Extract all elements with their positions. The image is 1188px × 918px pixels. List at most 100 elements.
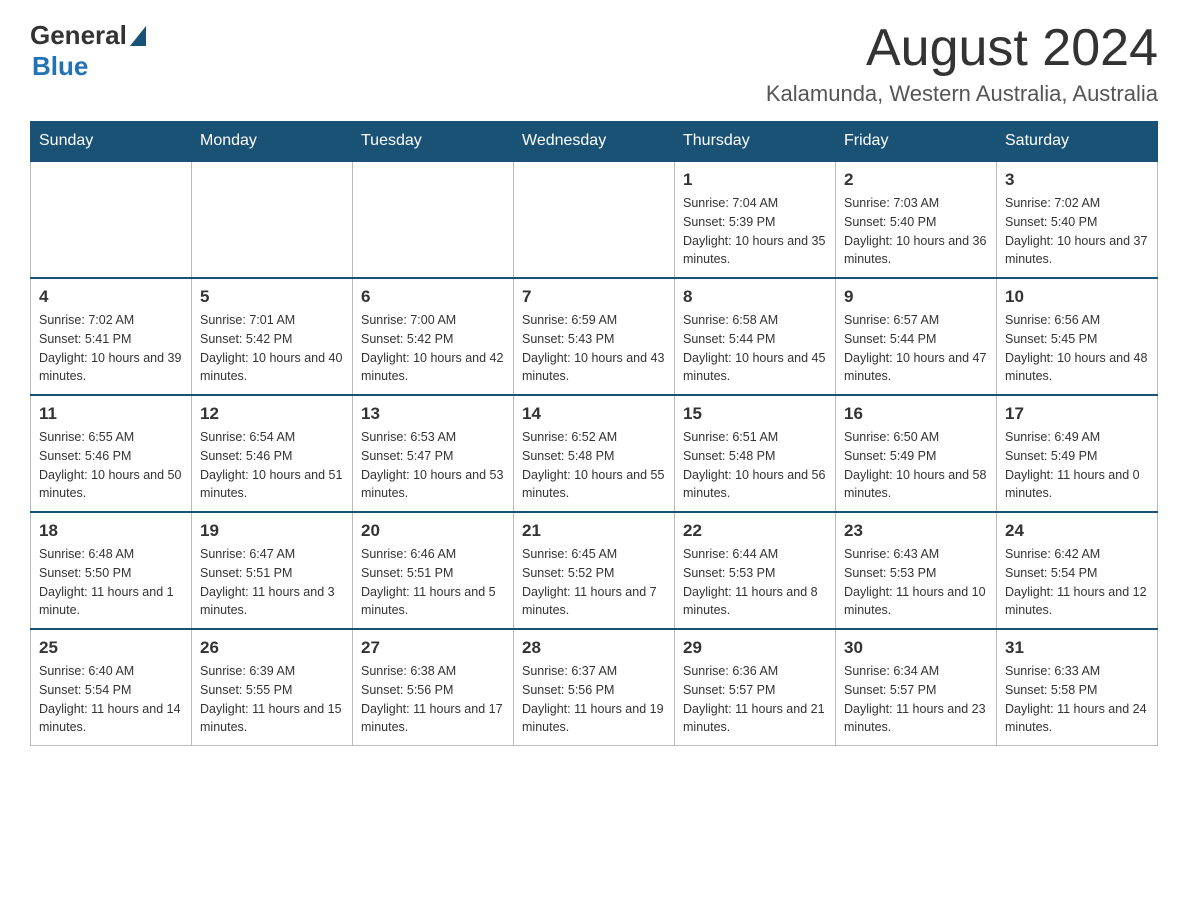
calendar-cell [192,161,353,278]
header-saturday: Saturday [997,122,1158,162]
day-info: Sunrise: 6:51 AM Sunset: 5:48 PM Dayligh… [683,428,827,503]
day-info: Sunrise: 6:53 AM Sunset: 5:47 PM Dayligh… [361,428,505,503]
calendar-cell: 29 Sunrise: 6:36 AM Sunset: 5:57 PM Dayli… [675,629,836,746]
day-number: 4 [39,287,183,307]
calendar-cell: 7 Sunrise: 6:59 AM Sunset: 5:43 PM Daylig… [514,278,675,395]
calendar-cell: 9 Sunrise: 6:57 AM Sunset: 5:44 PM Daylig… [836,278,997,395]
calendar-cell: 12 Sunrise: 6:54 AM Sunset: 5:46 PM Dayli… [192,395,353,512]
calendar-cell: 26Sunrise: 6:39 AM Sunset: 5:55 PM Dayli… [192,629,353,746]
day-info: Sunrise: 7:02 AM Sunset: 5:41 PM Dayligh… [39,311,183,386]
calendar-cell: 19 Sunrise: 6:47 AM Sunset: 5:51 PM Dayli… [192,512,353,629]
day-number: 29 [683,638,827,658]
calendar-cell: 6 Sunrise: 7:00 AM Sunset: 5:42 PM Daylig… [353,278,514,395]
calendar-cell [514,161,675,278]
calendar-cell: 22 Sunrise: 6:44 AM Sunset: 5:53 PM Dayli… [675,512,836,629]
day-info: Sunrise: 6:48 AM Sunset: 5:50 PM Dayligh… [39,545,183,620]
day-number: 9 [844,287,988,307]
day-info: Sunrise: 6:50 AM Sunset: 5:49 PM Dayligh… [844,428,988,503]
day-number: 7 [522,287,666,307]
calendar-cell: 11Sunrise: 6:55 AM Sunset: 5:46 PM Dayli… [31,395,192,512]
day-info: Sunrise: 7:03 AM Sunset: 5:40 PM Dayligh… [844,194,988,269]
calendar-cell: 5 Sunrise: 7:01 AM Sunset: 5:42 PM Daylig… [192,278,353,395]
day-number: 19 [200,521,344,541]
calendar-cell: 2 Sunrise: 7:03 AM Sunset: 5:40 PM Daylig… [836,161,997,278]
header-tuesday: Tuesday [353,122,514,162]
day-number: 27 [361,638,505,658]
day-number: 8 [683,287,827,307]
day-info: Sunrise: 6:40 AM Sunset: 5:54 PM Dayligh… [39,662,183,737]
header-thursday: Thursday [675,122,836,162]
day-number: 18 [39,521,183,541]
day-number: 13 [361,404,505,424]
day-number: 5 [200,287,344,307]
day-info: Sunrise: 6:58 AM Sunset: 5:44 PM Dayligh… [683,311,827,386]
day-number: 31 [1005,638,1149,658]
day-info: Sunrise: 6:38 AM Sunset: 5:56 PM Dayligh… [361,662,505,737]
day-number: 2 [844,170,988,190]
day-info: Sunrise: 7:02 AM Sunset: 5:40 PM Dayligh… [1005,194,1149,269]
logo-blue-text: Blue [32,51,88,81]
calendar-table: SundayMondayTuesdayWednesdayThursdayFrid… [30,121,1158,746]
logo-general-text: General [30,20,127,51]
day-number: 21 [522,521,666,541]
day-number: 22 [683,521,827,541]
calendar-cell: 18 Sunrise: 6:48 AM Sunset: 5:50 PM Dayli… [31,512,192,629]
day-info: Sunrise: 6:52 AM Sunset: 5:48 PM Dayligh… [522,428,666,503]
calendar-cell: 1 Sunrise: 7:04 AM Sunset: 5:39 PM Daylig… [675,161,836,278]
calendar-cell: 27 Sunrise: 6:38 AM Sunset: 5:56 PM Dayli… [353,629,514,746]
day-number: 17 [1005,404,1149,424]
page-header: General Blue August 2024 Kalamunda, West… [30,20,1158,107]
day-number: 16 [844,404,988,424]
calendar-cell: 31 Sunrise: 6:33 AM Sunset: 5:58 PM Dayli… [997,629,1158,746]
calendar-cell: 15Sunrise: 6:51 AM Sunset: 5:48 PM Dayli… [675,395,836,512]
day-number: 20 [361,521,505,541]
day-info: Sunrise: 7:00 AM Sunset: 5:42 PM Dayligh… [361,311,505,386]
day-info: Sunrise: 6:54 AM Sunset: 5:46 PM Dayligh… [200,428,344,503]
header-wednesday: Wednesday [514,122,675,162]
calendar-cell: 3Sunrise: 7:02 AM Sunset: 5:40 PM Daylig… [997,161,1158,278]
calendar-cell: 14 Sunrise: 6:52 AM Sunset: 5:48 PM Dayli… [514,395,675,512]
calendar-cell: 24Sunrise: 6:42 AM Sunset: 5:54 PM Dayli… [997,512,1158,629]
calendar-cell: 10 Sunrise: 6:56 AM Sunset: 5:45 PM Dayli… [997,278,1158,395]
calendar-cell: 25 Sunrise: 6:40 AM Sunset: 5:54 PM Dayli… [31,629,192,746]
day-number: 25 [39,638,183,658]
day-number: 23 [844,521,988,541]
calendar-cell: 13 Sunrise: 6:53 AM Sunset: 5:47 PM Dayli… [353,395,514,512]
header-sunday: Sunday [31,122,192,162]
day-info: Sunrise: 6:44 AM Sunset: 5:53 PM Dayligh… [683,545,827,620]
day-number: 28 [522,638,666,658]
day-number: 1 [683,170,827,190]
logo-arrow-icon [130,26,146,46]
day-info: Sunrise: 6:56 AM Sunset: 5:45 PM Dayligh… [1005,311,1149,386]
day-info: Sunrise: 6:33 AM Sunset: 5:58 PM Dayligh… [1005,662,1149,737]
day-info: Sunrise: 6:55 AM Sunset: 5:46 PM Dayligh… [39,428,183,503]
calendar-cell: 28 Sunrise: 6:37 AM Sunset: 5:56 PM Dayli… [514,629,675,746]
day-number: 12 [200,404,344,424]
day-info: Sunrise: 6:39 AM Sunset: 5:55 PM Dayligh… [200,662,344,737]
day-info: Sunrise: 6:34 AM Sunset: 5:57 PM Dayligh… [844,662,988,737]
day-number: 10 [1005,287,1149,307]
day-info: Sunrise: 6:45 AM Sunset: 5:52 PM Dayligh… [522,545,666,620]
day-number: 6 [361,287,505,307]
day-info: Sunrise: 6:57 AM Sunset: 5:44 PM Dayligh… [844,311,988,386]
day-info: Sunrise: 6:59 AM Sunset: 5:43 PM Dayligh… [522,311,666,386]
day-info: Sunrise: 6:46 AM Sunset: 5:51 PM Dayligh… [361,545,505,620]
calendar-cell: 16 Sunrise: 6:50 AM Sunset: 5:49 PM Dayli… [836,395,997,512]
month-title: August 2024 [766,20,1158,77]
calendar-cell: 20 Sunrise: 6:46 AM Sunset: 5:51 PM Dayli… [353,512,514,629]
calendar-cell: 17Sunrise: 6:49 AM Sunset: 5:49 PM Dayli… [997,395,1158,512]
calendar-week-2: 4 Sunrise: 7:02 AM Sunset: 5:41 PM Daylig… [31,278,1158,395]
day-info: Sunrise: 6:36 AM Sunset: 5:57 PM Dayligh… [683,662,827,737]
day-info: Sunrise: 7:01 AM Sunset: 5:42 PM Dayligh… [200,311,344,386]
day-info: Sunrise: 6:47 AM Sunset: 5:51 PM Dayligh… [200,545,344,620]
day-info: Sunrise: 6:37 AM Sunset: 5:56 PM Dayligh… [522,662,666,737]
calendar-week-1: 1 Sunrise: 7:04 AM Sunset: 5:39 PM Daylig… [31,161,1158,278]
calendar-cell: 21 Sunrise: 6:45 AM Sunset: 5:52 PM Dayli… [514,512,675,629]
logo: General Blue [30,20,146,82]
calendar-cell: 30Sunrise: 6:34 AM Sunset: 5:57 PM Dayli… [836,629,997,746]
calendar-cell: 23Sunrise: 6:43 AM Sunset: 5:53 PM Dayli… [836,512,997,629]
day-number: 14 [522,404,666,424]
day-info: Sunrise: 7:04 AM Sunset: 5:39 PM Dayligh… [683,194,827,269]
calendar-week-5: 25 Sunrise: 6:40 AM Sunset: 5:54 PM Dayli… [31,629,1158,746]
title-section: August 2024 Kalamunda, Western Australia… [766,20,1158,107]
